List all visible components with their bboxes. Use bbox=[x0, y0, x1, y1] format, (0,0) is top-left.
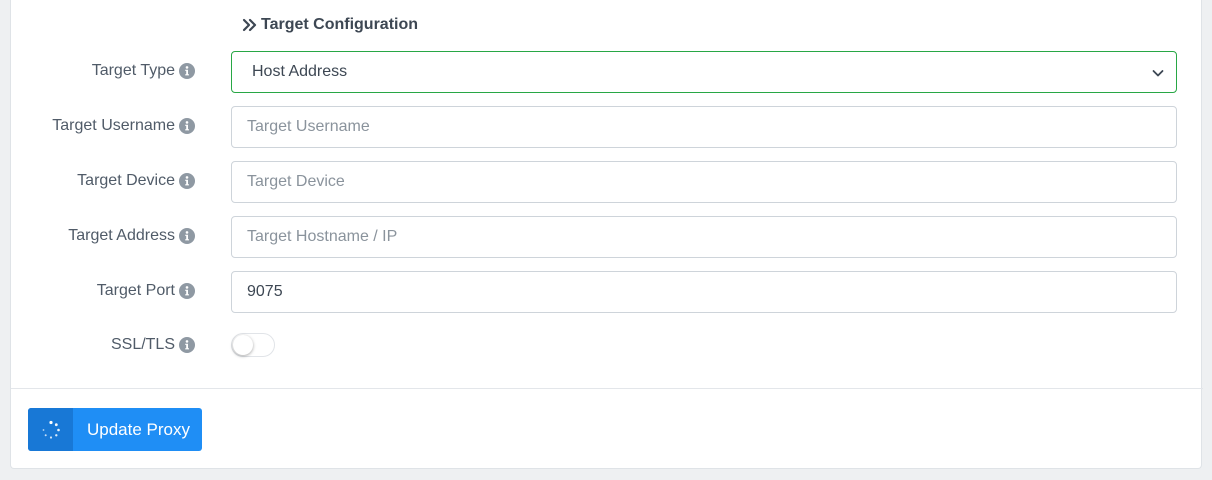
spinner-icon-box bbox=[28, 408, 73, 451]
info-icon[interactable] bbox=[179, 173, 195, 189]
ssl-tls-row: SSL/TLS bbox=[11, 325, 1203, 367]
target-address-label: Target Address bbox=[68, 216, 195, 258]
target-type-row: Target Type Host Address bbox=[11, 51, 1203, 93]
target-device-row: Target Device bbox=[11, 161, 1203, 203]
target-address-row: Target Address bbox=[11, 216, 1203, 258]
target-type-label: Target Type bbox=[92, 51, 195, 93]
target-address-input[interactable] bbox=[231, 216, 1177, 258]
target-port-label-text: Target Port bbox=[96, 282, 175, 299]
toggle-knob bbox=[233, 335, 253, 355]
info-icon[interactable] bbox=[179, 118, 195, 134]
target-port-label: Target Port bbox=[97, 271, 195, 313]
info-icon[interactable] bbox=[179, 63, 195, 79]
update-proxy-label: Update Proxy bbox=[87, 419, 190, 439]
section-title-text: Target Configuration bbox=[261, 16, 419, 33]
footer-divider bbox=[11, 388, 1203, 389]
proxy-config-card: Target Configuration Target Type Host Ad… bbox=[10, 0, 1203, 469]
ssl-tls-label-text: SSL/TLS bbox=[110, 336, 175, 353]
target-username-label-text: Target Username bbox=[52, 117, 175, 134]
info-icon[interactable] bbox=[179, 228, 195, 244]
info-icon[interactable] bbox=[179, 337, 195, 353]
target-username-label: Target Username bbox=[52, 106, 195, 148]
chevron-down-icon bbox=[1152, 70, 1164, 77]
target-device-label-text: Target Device bbox=[77, 172, 175, 189]
section-title: Target Configuration bbox=[242, 14, 418, 36]
ssl-tls-toggle[interactable] bbox=[231, 333, 275, 357]
target-device-label: Target Device bbox=[77, 161, 195, 203]
target-username-input[interactable] bbox=[231, 106, 1177, 148]
target-username-row: Target Username bbox=[11, 106, 1203, 148]
info-icon[interactable] bbox=[179, 283, 195, 299]
target-address-label-text: Target Address bbox=[68, 227, 175, 244]
ssl-tls-label: SSL/TLS bbox=[111, 325, 195, 367]
target-port-row: Target Port bbox=[11, 271, 1203, 313]
update-proxy-button[interactable]: Update Proxy bbox=[28, 408, 202, 451]
target-type-select[interactable]: Host Address bbox=[231, 51, 1177, 93]
target-type-label-text: Target Type bbox=[91, 62, 175, 79]
target-device-input[interactable] bbox=[231, 161, 1177, 203]
spinner-icon bbox=[42, 420, 60, 439]
target-type-selected: Host Address bbox=[252, 63, 348, 80]
target-port-input[interactable] bbox=[231, 271, 1177, 313]
double-chevron-right-icon bbox=[242, 18, 257, 32]
